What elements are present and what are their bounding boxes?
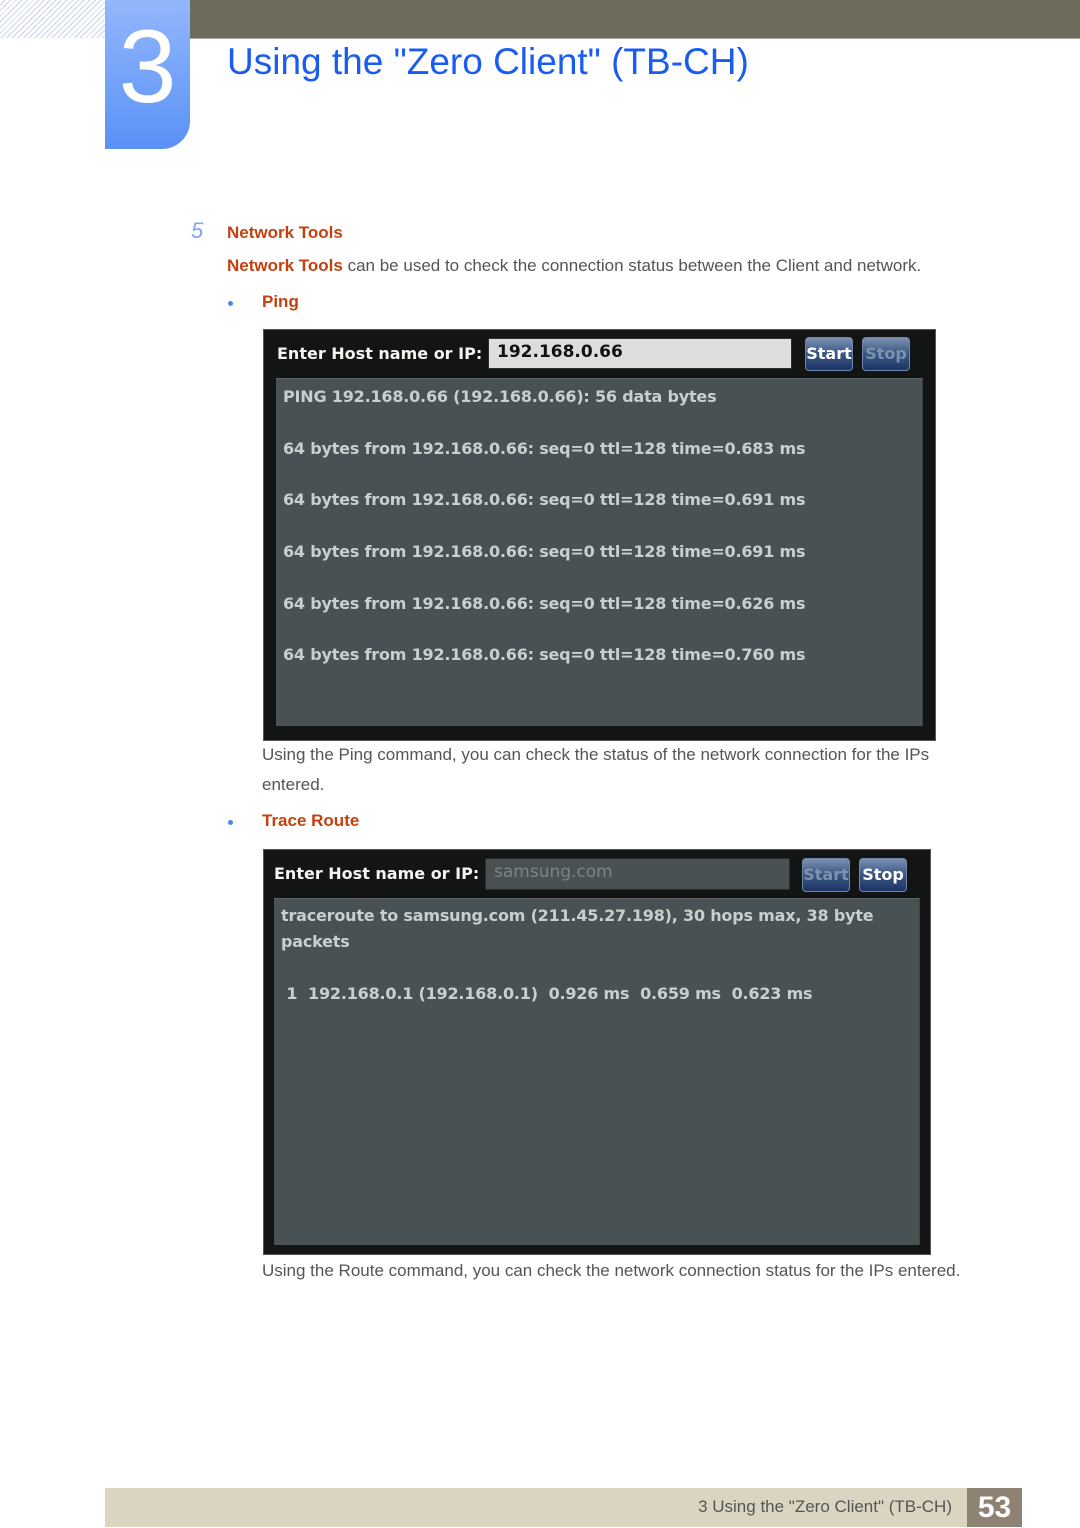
section-intro: Network Tools can be used to check the c… bbox=[227, 255, 921, 277]
traceroute-output-line: packets bbox=[281, 932, 350, 951]
page-number: 53 bbox=[967, 1488, 1022, 1527]
ping-host-label: Enter Host name or IP: bbox=[277, 344, 483, 363]
traceroute-output: traceroute to samsung.com (211.45.27.198… bbox=[274, 898, 920, 1245]
header-bar bbox=[190, 0, 1080, 39]
ping-output-line: 64 bytes from 192.168.0.66: seq=0 ttl=12… bbox=[283, 594, 806, 613]
footer-chapter-text: 3 Using the "Zero Client" (TB-CH) bbox=[698, 1497, 952, 1516]
ping-output-line: 64 bytes from 192.168.0.66: seq=0 ttl=12… bbox=[283, 645, 806, 664]
bullet-icon bbox=[228, 301, 233, 306]
ping-caption-line2: entered. bbox=[262, 775, 325, 794]
ping-heading: Ping bbox=[262, 292, 299, 311]
traceroute-heading: Trace Route bbox=[262, 811, 360, 830]
intro-text: can be used to check the connection stat… bbox=[342, 256, 922, 275]
traceroute-output-line: 1 192.168.0.1 (192.168.0.1) 0.926 ms 0.6… bbox=[281, 984, 813, 1003]
traceroute-host-label: Enter Host name or IP: bbox=[274, 864, 480, 883]
bullet-icon bbox=[228, 820, 233, 825]
ping-start-button[interactable]: Start bbox=[805, 337, 853, 371]
page-title: Using the "Zero Client" (TB-CH) bbox=[227, 41, 749, 82]
traceroute-panel: Enter Host name or IP: samsung.com Start… bbox=[263, 849, 931, 1255]
traceroute-caption: Using the Route command, you can check t… bbox=[262, 1261, 961, 1280]
traceroute-stop-button[interactable]: Stop bbox=[859, 858, 907, 892]
section-number: 5 bbox=[191, 218, 204, 243]
ping-output-line: 64 bytes from 192.168.0.66: seq=0 ttl=12… bbox=[283, 439, 806, 458]
ping-output-line: 64 bytes from 192.168.0.66: seq=0 ttl=12… bbox=[283, 490, 806, 509]
ping-stop-button[interactable]: Stop bbox=[862, 337, 910, 371]
traceroute-host-input[interactable]: samsung.com bbox=[485, 858, 790, 890]
ping-caption-line1: Using the Ping command, you can check th… bbox=[262, 745, 930, 764]
traceroute-output-line: traceroute to samsung.com (211.45.27.198… bbox=[281, 906, 874, 925]
intro-highlight: Network Tools bbox=[227, 256, 343, 275]
chapter-tab: 3 bbox=[105, 0, 190, 149]
chapter-number: 3 bbox=[118, 9, 177, 125]
ping-panel: Enter Host name or IP: 192.168.0.66 Star… bbox=[263, 329, 936, 741]
ping-output-line: PING 192.168.0.66 (192.168.0.66): 56 dat… bbox=[283, 387, 717, 406]
header-hatch-decoration bbox=[0, 0, 105, 38]
ping-output: PING 192.168.0.66 (192.168.0.66): 56 dat… bbox=[276, 378, 923, 726]
ping-host-input[interactable]: 192.168.0.66 bbox=[488, 338, 792, 369]
section-title: Network Tools bbox=[227, 223, 343, 242]
traceroute-start-button[interactable]: Start bbox=[802, 858, 850, 892]
ping-output-line: 64 bytes from 192.168.0.66: seq=0 ttl=12… bbox=[283, 542, 806, 561]
